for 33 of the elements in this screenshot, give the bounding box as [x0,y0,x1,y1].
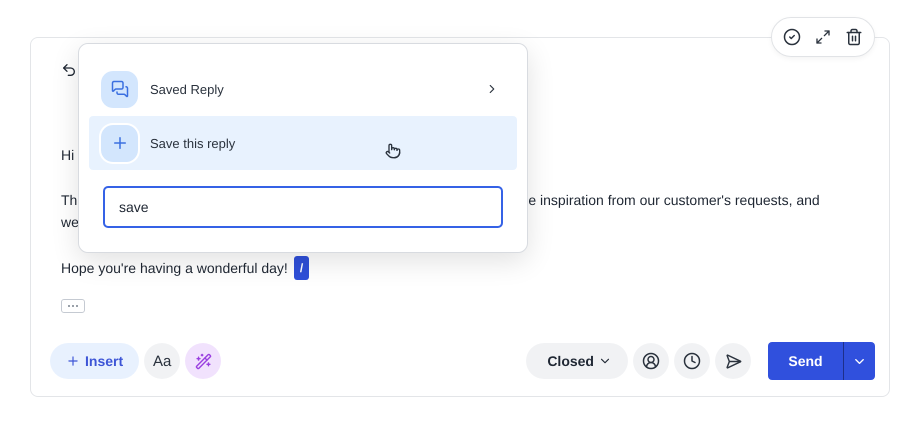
chat-bubbles-icon [101,70,138,108]
slash-tag: / [294,256,310,280]
body-text: we [61,213,79,232]
closing-text: Hope you're having a wonderful day! [61,259,288,278]
delete-icon[interactable] [845,28,863,46]
insert-button[interactable]: Insert [50,343,140,379]
search-field[interactable]: save [103,186,503,228]
check-circle-icon[interactable] [783,28,801,46]
body-text: e inspiration from our customer's requests, and [528,191,820,210]
paper-plane-icon [724,352,742,370]
menu-item[interactable]: Save this reply [89,116,517,170]
assign-user-button[interactable] [633,343,669,379]
send-button[interactable]: Send [768,342,843,380]
more-button[interactable] [61,299,85,313]
format-button[interactable]: Aa [144,343,180,379]
clock-icon [683,352,701,370]
send-options-button[interactable] [843,342,875,380]
undo-icon[interactable] [61,62,77,78]
plus-icon [66,354,80,368]
menu-item-label: Save this reply [150,136,236,150]
body-text: Th [61,191,78,210]
menu-item-label: Saved Reply [150,82,224,96]
schedule-send-button[interactable] [715,343,751,379]
magic-wand-icon [194,352,212,370]
hand-cursor-icon [385,143,401,159]
user-icon [642,352,660,370]
magic-wand-button[interactable] [185,343,222,379]
snooze-button[interactable] [674,343,710,379]
plus-icon [101,124,138,162]
expand-icon[interactable] [815,29,831,45]
greeting-text: Hi [61,146,74,165]
status-dropdown[interactable]: Closed [526,343,628,379]
menu-item[interactable]: Saved Reply [89,62,517,116]
